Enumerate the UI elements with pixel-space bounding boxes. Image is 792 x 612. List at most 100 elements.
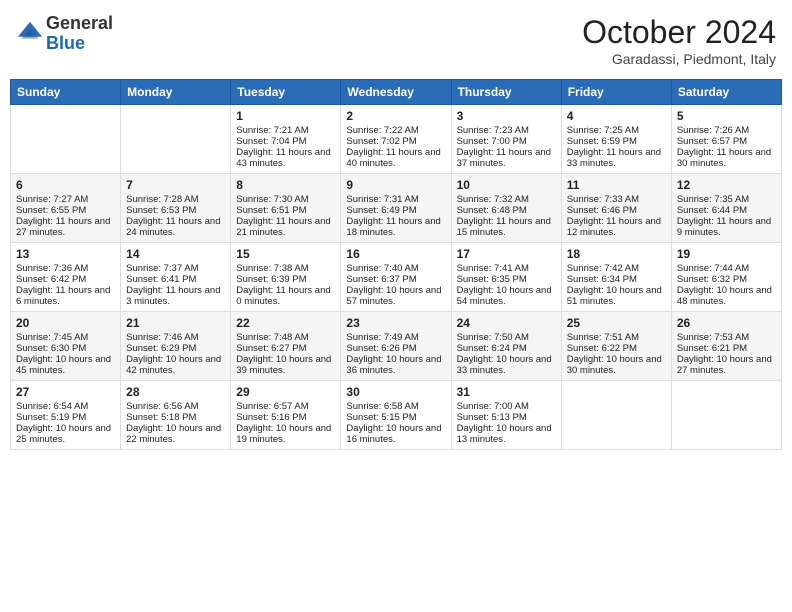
sunrise-text: Sunrise: 7:27 AM — [16, 194, 115, 205]
calendar-cell: 11Sunrise: 7:33 AMSunset: 6:46 PMDayligh… — [561, 174, 671, 243]
day-number: 4 — [567, 109, 666, 123]
calendar-cell: 18Sunrise: 7:42 AMSunset: 6:34 PMDayligh… — [561, 243, 671, 312]
day-number: 18 — [567, 247, 666, 261]
day-number: 30 — [346, 385, 445, 399]
sunset-text: Sunset: 6:24 PM — [457, 343, 556, 354]
daylight-text: Daylight: 11 hours and 30 minutes. — [677, 147, 776, 169]
daylight-text: Daylight: 11 hours and 12 minutes. — [567, 216, 666, 238]
day-number: 21 — [126, 316, 225, 330]
calendar-cell: 3Sunrise: 7:23 AMSunset: 7:00 PMDaylight… — [451, 105, 561, 174]
sunrise-text: Sunrise: 7:25 AM — [567, 125, 666, 136]
day-number: 13 — [16, 247, 115, 261]
calendar-cell — [671, 381, 781, 450]
daylight-text: Daylight: 11 hours and 27 minutes. — [16, 216, 115, 238]
calendar-day-header: Wednesday — [341, 80, 451, 105]
calendar-cell: 1Sunrise: 7:21 AMSunset: 7:04 PMDaylight… — [231, 105, 341, 174]
month-title: October 2024 — [582, 14, 776, 51]
sunset-text: Sunset: 6:46 PM — [567, 205, 666, 216]
sunrise-text: Sunrise: 7:31 AM — [346, 194, 445, 205]
daylight-text: Daylight: 11 hours and 9 minutes. — [677, 216, 776, 238]
logo: General Blue — [16, 14, 113, 54]
calendar-cell: 20Sunrise: 7:45 AMSunset: 6:30 PMDayligh… — [11, 312, 121, 381]
daylight-text: Daylight: 11 hours and 33 minutes. — [567, 147, 666, 169]
sunset-text: Sunset: 6:59 PM — [567, 136, 666, 147]
sunset-text: Sunset: 7:02 PM — [346, 136, 445, 147]
sunrise-text: Sunrise: 7:41 AM — [457, 263, 556, 274]
calendar-cell: 28Sunrise: 6:56 AMSunset: 5:18 PMDayligh… — [121, 381, 231, 450]
calendar-week-row: 13Sunrise: 7:36 AMSunset: 6:42 PMDayligh… — [11, 243, 782, 312]
daylight-text: Daylight: 10 hours and 25 minutes. — [16, 423, 115, 445]
sunset-text: Sunset: 6:53 PM — [126, 205, 225, 216]
calendar-table: SundayMondayTuesdayWednesdayThursdayFrid… — [10, 79, 782, 450]
calendar-cell: 17Sunrise: 7:41 AMSunset: 6:35 PMDayligh… — [451, 243, 561, 312]
sunrise-text: Sunrise: 7:38 AM — [236, 263, 335, 274]
daylight-text: Daylight: 10 hours and 45 minutes. — [16, 354, 115, 376]
calendar-week-row: 1Sunrise: 7:21 AMSunset: 7:04 PMDaylight… — [11, 105, 782, 174]
calendar-day-header: Monday — [121, 80, 231, 105]
sunset-text: Sunset: 6:37 PM — [346, 274, 445, 285]
sunset-text: Sunset: 6:51 PM — [236, 205, 335, 216]
sunrise-text: Sunrise: 7:51 AM — [567, 332, 666, 343]
sunrise-text: Sunrise: 7:40 AM — [346, 263, 445, 274]
sunset-text: Sunset: 6:42 PM — [16, 274, 115, 285]
sunset-text: Sunset: 6:57 PM — [677, 136, 776, 147]
calendar-cell: 13Sunrise: 7:36 AMSunset: 6:42 PMDayligh… — [11, 243, 121, 312]
sunset-text: Sunset: 5:18 PM — [126, 412, 225, 423]
sunset-text: Sunset: 6:41 PM — [126, 274, 225, 285]
day-number: 23 — [346, 316, 445, 330]
sunrise-text: Sunrise: 6:57 AM — [236, 401, 335, 412]
daylight-text: Daylight: 10 hours and 16 minutes. — [346, 423, 445, 445]
sunset-text: Sunset: 7:04 PM — [236, 136, 335, 147]
day-number: 26 — [677, 316, 776, 330]
daylight-text: Daylight: 11 hours and 24 minutes. — [126, 216, 225, 238]
calendar-cell: 26Sunrise: 7:53 AMSunset: 6:21 PMDayligh… — [671, 312, 781, 381]
day-number: 29 — [236, 385, 335, 399]
calendar-week-row: 6Sunrise: 7:27 AMSunset: 6:55 PMDaylight… — [11, 174, 782, 243]
calendar-cell: 25Sunrise: 7:51 AMSunset: 6:22 PMDayligh… — [561, 312, 671, 381]
day-number: 27 — [16, 385, 115, 399]
daylight-text: Daylight: 11 hours and 6 minutes. — [16, 285, 115, 307]
calendar-cell: 15Sunrise: 7:38 AMSunset: 6:39 PMDayligh… — [231, 243, 341, 312]
sunrise-text: Sunrise: 7:50 AM — [457, 332, 556, 343]
calendar-cell: 5Sunrise: 7:26 AMSunset: 6:57 PMDaylight… — [671, 105, 781, 174]
calendar-cell: 22Sunrise: 7:48 AMSunset: 6:27 PMDayligh… — [231, 312, 341, 381]
day-number: 25 — [567, 316, 666, 330]
calendar-cell: 12Sunrise: 7:35 AMSunset: 6:44 PMDayligh… — [671, 174, 781, 243]
sunrise-text: Sunrise: 7:42 AM — [567, 263, 666, 274]
day-number: 7 — [126, 178, 225, 192]
sunset-text: Sunset: 6:27 PM — [236, 343, 335, 354]
day-number: 8 — [236, 178, 335, 192]
calendar-cell: 4 Sunrise: 7:25 AMSunset: 6:59 PMDaylight… — [561, 105, 671, 174]
daylight-text: Daylight: 11 hours and 18 minutes. — [346, 216, 445, 238]
daylight-text: Daylight: 11 hours and 40 minutes. — [346, 147, 445, 169]
sunset-text: Sunset: 6:30 PM — [16, 343, 115, 354]
sunset-text: Sunset: 5:15 PM — [346, 412, 445, 423]
sunrise-text: Sunrise: 7:45 AM — [16, 332, 115, 343]
day-number: 10 — [457, 178, 556, 192]
sunrise-text: Sunrise: 6:56 AM — [126, 401, 225, 412]
calendar-cell — [11, 105, 121, 174]
daylight-text: Daylight: 11 hours and 3 minutes. — [126, 285, 225, 307]
day-number: 6 — [16, 178, 115, 192]
calendar-day-header: Thursday — [451, 80, 561, 105]
daylight-text: Daylight: 11 hours and 0 minutes. — [236, 285, 335, 307]
day-number: 28 — [126, 385, 225, 399]
day-number: 15 — [236, 247, 335, 261]
calendar-day-header: Sunday — [11, 80, 121, 105]
sunset-text: Sunset: 7:00 PM — [457, 136, 556, 147]
sunrise-text: Sunrise: 7:21 AM — [236, 125, 335, 136]
calendar-cell: 19Sunrise: 7:44 AMSunset: 6:32 PMDayligh… — [671, 243, 781, 312]
calendar-day-header: Friday — [561, 80, 671, 105]
calendar-cell — [561, 381, 671, 450]
sunrise-text: Sunrise: 7:48 AM — [236, 332, 335, 343]
location-title: Garadassi, Piedmont, Italy — [582, 51, 776, 67]
sunset-text: Sunset: 6:34 PM — [567, 274, 666, 285]
logo-general-text: General — [46, 13, 113, 33]
day-number: 2 — [346, 109, 445, 123]
day-number: 12 — [677, 178, 776, 192]
day-number: 5 — [677, 109, 776, 123]
daylight-text: Daylight: 10 hours and 42 minutes. — [126, 354, 225, 376]
day-number: 31 — [457, 385, 556, 399]
sunset-text: Sunset: 5:13 PM — [457, 412, 556, 423]
day-number: 14 — [126, 247, 225, 261]
